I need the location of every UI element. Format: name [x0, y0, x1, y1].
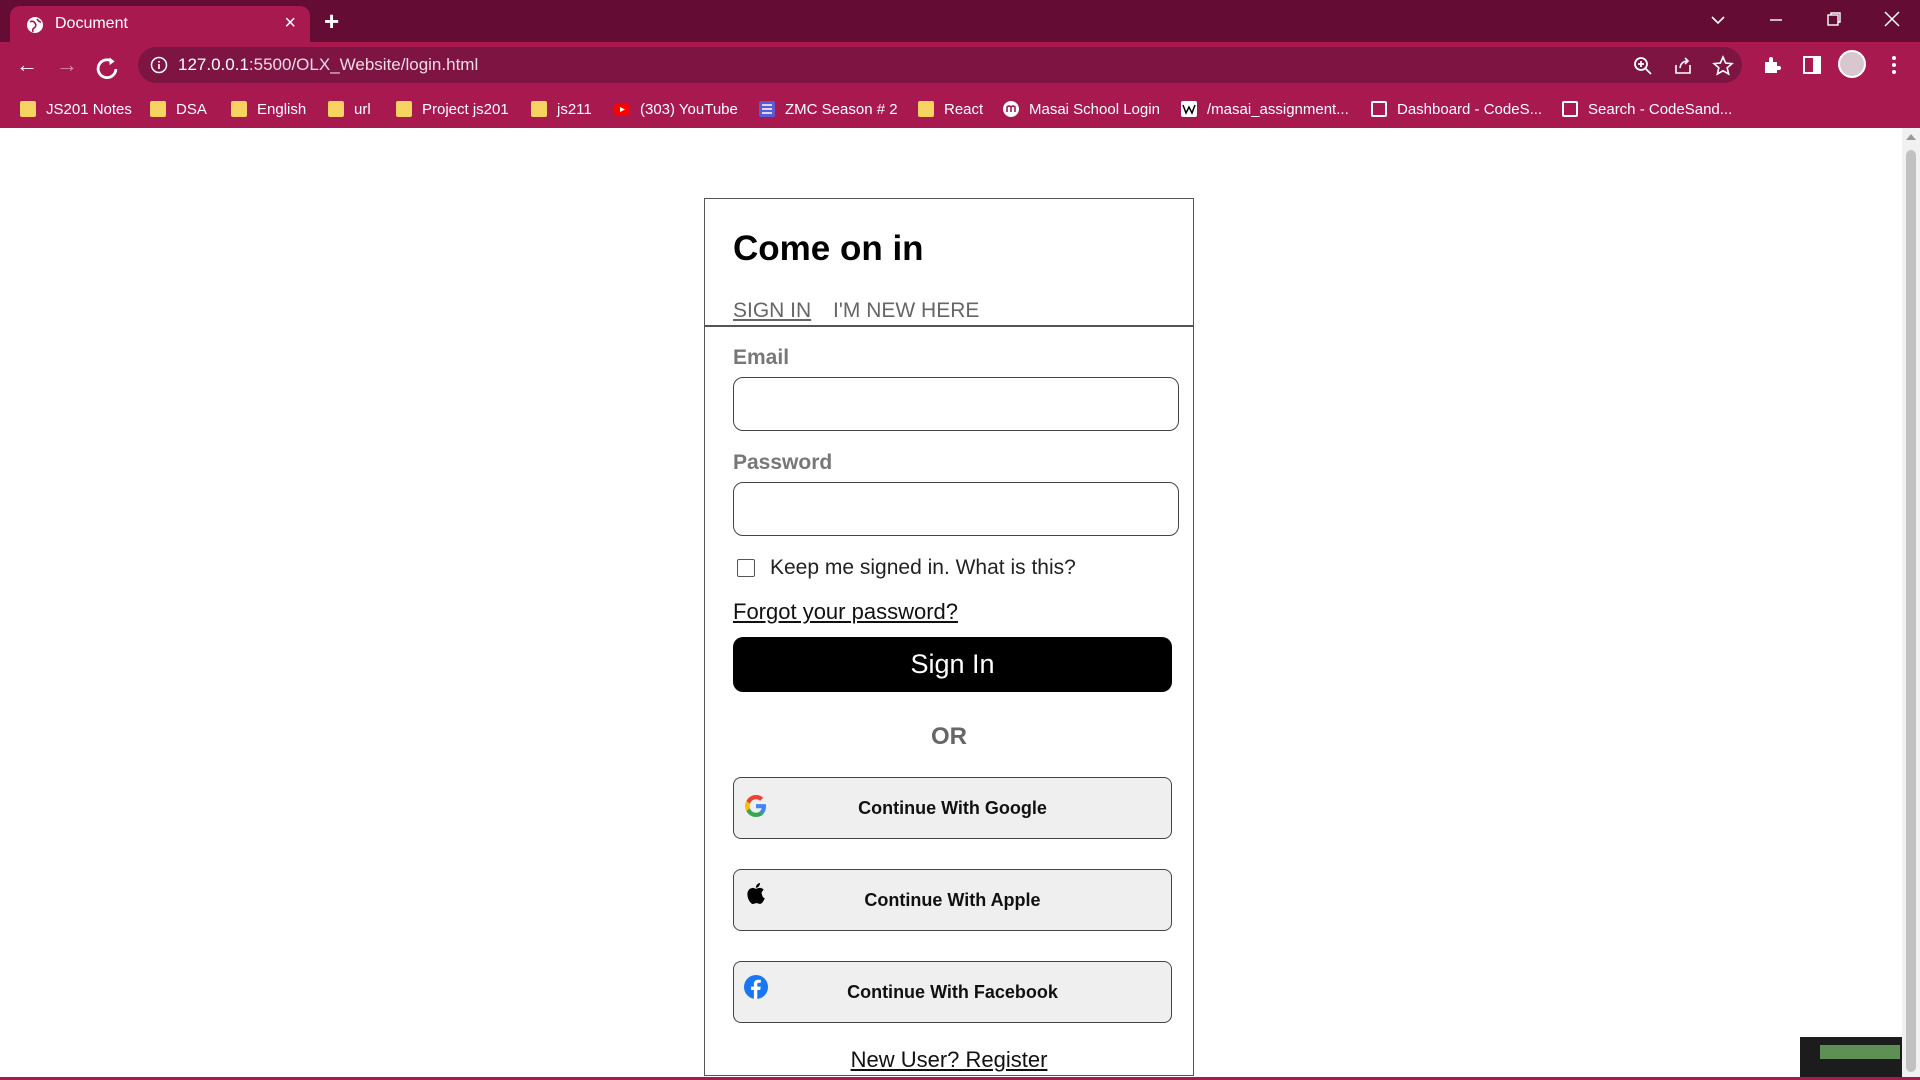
- login-card: Come on in SIGN IN I'M NEW HERE Email Pa…: [704, 198, 1194, 1076]
- profile-avatar[interactable]: [1838, 50, 1866, 78]
- forward-arrow-icon[interactable]: →: [53, 51, 81, 79]
- bookmark-item[interactable]: Masai School Login: [1003, 97, 1160, 121]
- google-button-label: Continue With Google: [858, 798, 1047, 818]
- bookmark-item[interactable]: ZMC Season # 2: [759, 97, 898, 121]
- apple-button-label: Continue With Apple: [864, 890, 1041, 910]
- folder-icon: [531, 101, 547, 117]
- menu-kebab-icon[interactable]: [1883, 54, 1905, 76]
- facebook-button-label: Continue With Facebook: [847, 982, 1058, 1002]
- zoom-icon[interactable]: [1632, 55, 1654, 77]
- bookmark-item[interactable]: Search - CodeSand...: [1562, 97, 1732, 121]
- keep-signed-in-checkbox[interactable]: [737, 559, 755, 577]
- extensions-icon[interactable]: [1761, 54, 1783, 76]
- or-separator: OR: [931, 723, 967, 750]
- continue-facebook-button[interactable]: Continue With Facebook: [733, 961, 1172, 1023]
- back-arrow-icon[interactable]: ←: [13, 51, 41, 79]
- bookmark-item[interactable]: Project js201: [396, 97, 509, 121]
- masai-icon: [1003, 101, 1019, 117]
- youtube-icon: [614, 104, 630, 115]
- reload-icon[interactable]: [93, 55, 121, 83]
- sign-in-button[interactable]: Sign In: [733, 637, 1172, 692]
- tab-new-here[interactable]: I'M NEW HERE: [833, 299, 979, 322]
- bookmark-item[interactable]: url: [328, 97, 371, 121]
- folder-icon: [150, 101, 166, 117]
- bookmark-item[interactable]: DSA: [150, 97, 207, 121]
- restore-icon[interactable]: [1826, 11, 1842, 27]
- browser-tab[interactable]: Document ×: [10, 6, 310, 42]
- list-icon: [759, 101, 775, 117]
- tab-search-chevron-icon[interactable]: [1710, 12, 1726, 28]
- password-field[interactable]: [733, 482, 1179, 536]
- scroll-up-icon[interactable]: [1906, 134, 1916, 140]
- wiki-icon: [1181, 101, 1197, 117]
- bookmark-item[interactable]: Dashboard - CodeS...: [1371, 97, 1542, 121]
- bookmark-item[interactable]: (303) YouTube: [614, 97, 738, 121]
- google-icon: [745, 795, 766, 817]
- keep-signed-in-label[interactable]: Keep me signed in. What is this?: [770, 556, 1076, 580]
- divider: [705, 325, 1193, 327]
- preview-bar: [1820, 1045, 1900, 1059]
- folder-icon: [20, 101, 36, 117]
- close-tab-icon[interactable]: ×: [284, 12, 296, 35]
- bookmark-item[interactable]: js211: [531, 97, 592, 121]
- email-label: Email: [733, 346, 790, 369]
- page-icon: [1562, 101, 1578, 117]
- facebook-icon: [744, 975, 768, 999]
- vertical-scrollbar[interactable]: [1902, 128, 1920, 1080]
- login-tabs: SIGN IN I'M NEW HERE: [733, 299, 995, 323]
- page-title: Come on in: [733, 229, 924, 268]
- bookmark-item[interactable]: /masai_assignment...: [1181, 97, 1349, 121]
- tab-title: Document: [55, 15, 128, 32]
- bookmark-item[interactable]: React: [918, 97, 983, 121]
- bookmark-item[interactable]: JS201 Notes: [20, 97, 132, 121]
- site-info-icon[interactable]: [150, 56, 168, 74]
- url-text: 127.0.0.1:5500/OLX_Website/login.html: [178, 55, 479, 74]
- bookmark-star-icon[interactable]: [1712, 55, 1734, 77]
- bookmark-item[interactable]: English: [231, 97, 306, 121]
- register-link[interactable]: New User? Register: [705, 1047, 1193, 1073]
- folder-icon: [396, 101, 412, 117]
- close-window-icon[interactable]: [1883, 10, 1901, 28]
- side-panel-icon[interactable]: [1801, 54, 1823, 76]
- minimize-icon[interactable]: [1768, 12, 1784, 28]
- taskbar-preview-thumbnail: [1800, 1037, 1902, 1080]
- email-field[interactable]: [733, 377, 1179, 431]
- forgot-password-link[interactable]: Forgot your password?: [733, 599, 958, 625]
- address-bar[interactable]: 127.0.0.1:5500/OLX_Website/login.html: [138, 47, 1742, 83]
- scroll-thumb[interactable]: [1906, 150, 1916, 1072]
- browser-toolbar: ← → 127.0.0.1:5500/OLX_Website/login.htm…: [0, 42, 1920, 89]
- globe-icon: [27, 17, 43, 33]
- continue-apple-button[interactable]: Continue With Apple: [733, 869, 1172, 931]
- tab-sign-in[interactable]: SIGN IN: [733, 299, 811, 322]
- folder-icon: [231, 101, 247, 117]
- share-icon[interactable]: [1672, 55, 1694, 77]
- new-tab-icon[interactable]: +: [324, 6, 339, 37]
- browser-titlebar: Document × +: [0, 0, 1920, 42]
- bookmarks-bar: JS201 Notes DSA English url Project js20…: [0, 89, 1920, 128]
- apple-icon: [747, 883, 765, 905]
- folder-icon: [328, 101, 344, 117]
- password-label: Password: [733, 451, 833, 474]
- keep-signed-in-row: Keep me signed in. What is this?: [737, 556, 1076, 580]
- folder-icon: [918, 101, 934, 117]
- continue-google-button[interactable]: Continue With Google: [733, 777, 1172, 839]
- page-icon: [1371, 101, 1387, 117]
